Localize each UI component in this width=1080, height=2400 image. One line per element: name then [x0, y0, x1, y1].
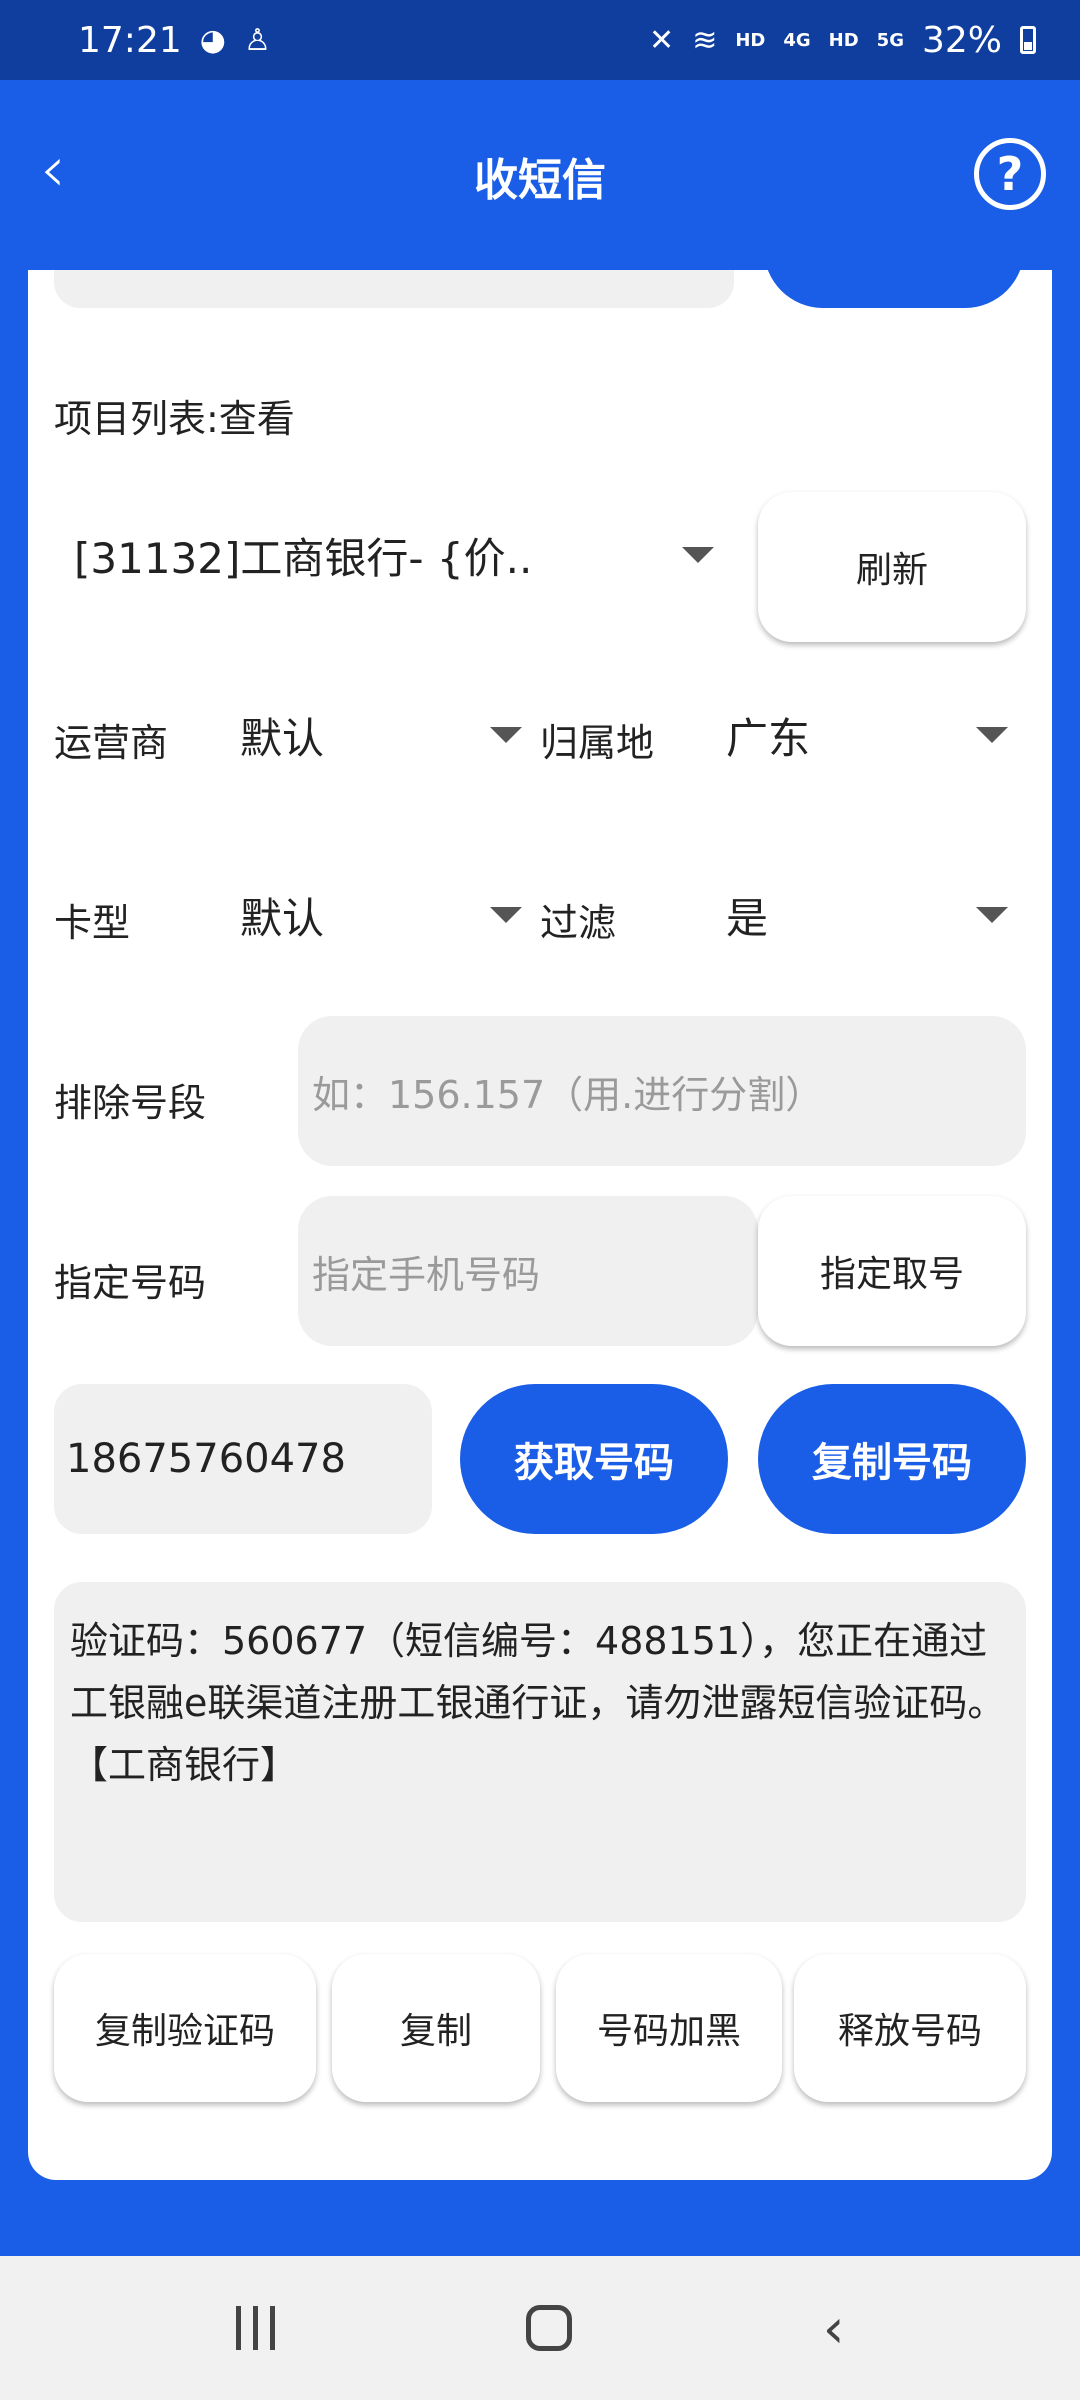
- battery-percent: 32%: [921, 19, 1002, 61]
- carrier-select[interactable]: 默认: [240, 700, 522, 770]
- region-select[interactable]: 广东: [726, 700, 1008, 770]
- chevron-down-icon: [490, 727, 522, 743]
- specify-number-input[interactable]: 指定手机号码: [298, 1196, 758, 1346]
- notification-icon: ♙: [243, 22, 271, 58]
- help-icon[interactable]: ?: [974, 138, 1046, 210]
- home-icon[interactable]: [525, 2305, 572, 2351]
- hd-label-1: HD: [735, 29, 766, 51]
- chevron-down-icon: [490, 907, 522, 923]
- region-label: 归属地: [540, 721, 655, 765]
- chevron-down-icon: [682, 547, 714, 563]
- project-select[interactable]: [31132]工商银行- {价..: [74, 510, 714, 600]
- phone-number-field[interactable]: 18675760478: [54, 1384, 432, 1534]
- exclude-input[interactable]: 如：156.157（用.进行分割）: [298, 1016, 1026, 1166]
- main-card: 项目列表:查看 [31132]工商银行- {价.. 刷新 运营商 默认 归属地 …: [28, 270, 1052, 2180]
- chevron-down-icon: [976, 727, 1008, 743]
- project-select-value: [31132]工商银行- {价..: [74, 533, 533, 583]
- exclude-label: 排除号段: [54, 1081, 207, 1125]
- filter-label: 过滤: [540, 901, 617, 945]
- scrolled-button[interactable]: [764, 270, 1024, 308]
- get-number-button[interactable]: 获取号码: [460, 1384, 728, 1534]
- system-nav-bar: ‹: [0, 2256, 1080, 2400]
- specify-get-button[interactable]: 指定取号: [758, 1196, 1026, 1346]
- copy-code-button[interactable]: 复制验证码: [54, 1954, 316, 2102]
- carrier-label: 运营商: [54, 721, 169, 765]
- card-type-select[interactable]: 默认: [240, 880, 522, 950]
- wechat-icon: ◕: [199, 22, 226, 58]
- carrier-value: 默认: [240, 713, 325, 763]
- hd-label-2: HD: [828, 29, 859, 51]
- sms-content[interactable]: 验证码：560677（短信编号：488151），您正在通过工银融e联渠道注册工银…: [54, 1582, 1026, 1922]
- recents-icon[interactable]: [235, 2306, 275, 2350]
- battery-icon: [1020, 26, 1036, 54]
- copy-number-button[interactable]: 复制号码: [758, 1384, 1026, 1534]
- network-5g: 5G: [876, 29, 904, 51]
- network-4g: 4G: [783, 29, 811, 51]
- release-number-button[interactable]: 释放号码: [794, 1954, 1026, 2102]
- status-left: 17:21 ◕ ♙: [78, 20, 271, 61]
- mute-icon: ✕: [649, 22, 675, 58]
- copy-button[interactable]: 复制: [332, 1954, 540, 2102]
- refresh-button[interactable]: 刷新: [758, 492, 1026, 642]
- chevron-down-icon: [976, 907, 1008, 923]
- filter-value: 是: [726, 893, 769, 943]
- project-list-label[interactable]: 项目列表:查看: [54, 388, 295, 443]
- specify-label: 指定号码: [54, 1261, 207, 1305]
- clock: 17:21: [78, 19, 182, 61]
- region-value: 广东: [726, 713, 811, 763]
- app-bar: ‹ 收短信 ?: [0, 80, 1080, 270]
- nav-back-icon[interactable]: ‹: [823, 2297, 845, 2360]
- filter-select[interactable]: 是: [726, 880, 1008, 950]
- blacklist-button[interactable]: 号码加黑: [556, 1954, 782, 2102]
- help-symbol: ?: [996, 147, 1024, 201]
- scrolled-input[interactable]: [54, 270, 734, 308]
- card-type-label: 卡型: [54, 901, 131, 945]
- status-right: ✕ ≋ HD 4G HD 5G 32%: [649, 20, 1036, 61]
- page-title: 收短信: [474, 155, 606, 206]
- wifi-icon: ≋: [692, 22, 718, 58]
- status-bar: 17:21 ◕ ♙ ✕ ≋ HD 4G HD 5G 32%: [0, 0, 1080, 80]
- card-type-value: 默认: [240, 893, 325, 943]
